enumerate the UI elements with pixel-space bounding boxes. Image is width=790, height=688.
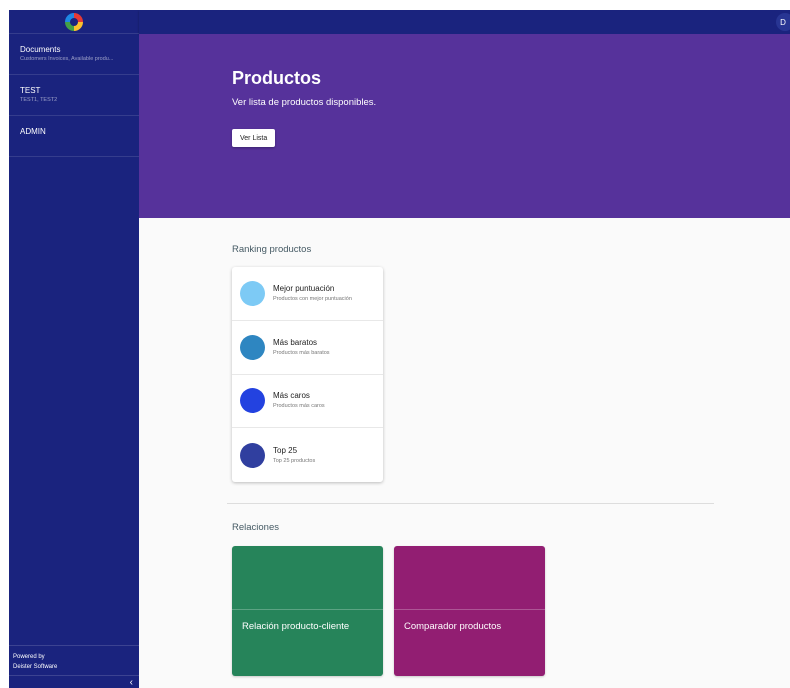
page-description: Ver lista de productos disponibles. bbox=[232, 97, 377, 108]
section-divider bbox=[227, 503, 714, 504]
card-label: Relación producto-cliente bbox=[242, 621, 350, 632]
page-title: Productos bbox=[232, 68, 322, 88]
ranking-item-text: Mejor puntuación Productos con mejor pun… bbox=[273, 283, 352, 304]
ranking-item-title: Mejor puntuación bbox=[273, 283, 335, 293]
powered-by-label: Powered by bbox=[13, 654, 45, 660]
user-avatar[interactable]: D bbox=[776, 13, 790, 31]
ranking-item-text: Más baratos Productos más baratos bbox=[273, 337, 330, 358]
ranking-item-title: Top 25 bbox=[273, 445, 298, 455]
ver-lista-button[interactable]: Ver Lista bbox=[232, 129, 276, 147]
card-divider bbox=[394, 609, 545, 610]
logo-row bbox=[9, 10, 139, 34]
ranking-item-subtitle: Productos más baratos bbox=[273, 349, 330, 356]
ranking-item-mas-caros[interactable]: Más caros Productos más caros bbox=[232, 375, 383, 429]
card-divider bbox=[232, 609, 383, 610]
sidebar-item-label: TEST bbox=[20, 86, 41, 95]
sidebar-item-subtitle: Customers Invoices, Available produ... bbox=[20, 56, 114, 62]
ranking-item-title: Más baratos bbox=[273, 337, 318, 347]
sidebar: Documents Customers Invoices, Available … bbox=[9, 10, 139, 688]
circle-icon bbox=[240, 280, 265, 306]
ranking-item-subtitle: Productos con mejor puntuación bbox=[273, 295, 352, 302]
ranking-item-subtitle: Top 25 productos bbox=[273, 457, 316, 464]
ranking-section-title: Ranking productos bbox=[232, 244, 312, 255]
ranking-item-mas-baratos[interactable]: Más baratos Productos más baratos bbox=[232, 321, 383, 375]
ranking-list: Mejor puntuación Productos con mejor pun… bbox=[232, 267, 383, 482]
ranking-item-mejor-puntuacion[interactable]: Mejor puntuación Productos con mejor pun… bbox=[232, 267, 383, 321]
sidebar-item-documents[interactable]: Documents Customers Invoices, Available … bbox=[9, 34, 139, 75]
relacion-producto-cliente-card[interactable]: Relación producto-cliente bbox=[232, 546, 383, 676]
card-label: Comparador productos bbox=[404, 621, 502, 632]
ranking-item-title: Más caros bbox=[273, 391, 310, 401]
circle-icon bbox=[240, 388, 265, 414]
sidebar-item-test[interactable]: TEST TEST1, TEST2 bbox=[9, 75, 139, 116]
chevron-left-icon: ‹ bbox=[129, 676, 133, 688]
hero-banner: Productos Ver lista de productos disponi… bbox=[139, 34, 790, 218]
ranking-item-top-25[interactable]: Top 25 Top 25 productos bbox=[232, 428, 383, 482]
sidebar-item-subtitle: TEST1, TEST2 bbox=[20, 97, 58, 103]
company-name: Deister Software bbox=[13, 664, 58, 670]
relaciones-section-title: Relaciones bbox=[232, 522, 279, 533]
sidebar-item-label: Documents bbox=[20, 45, 61, 54]
circle-icon bbox=[240, 442, 265, 468]
app-frame: Documents Customers Invoices, Available … bbox=[9, 10, 790, 688]
top-bar: D bbox=[139, 10, 790, 34]
sidebar-item-admin[interactable]: ADMIN bbox=[9, 116, 139, 157]
ranking-item-text: Más caros Productos más caros bbox=[273, 390, 325, 411]
app-logo-icon[interactable] bbox=[65, 12, 83, 31]
ranking-item-text: Top 25 Top 25 productos bbox=[273, 445, 315, 466]
circle-icon bbox=[240, 334, 265, 360]
collapse-sidebar-button[interactable]: ‹ bbox=[9, 675, 139, 688]
sidebar-item-label: ADMIN bbox=[20, 127, 46, 136]
powered-by: Powered by Deister Software bbox=[9, 645, 139, 672]
comparador-productos-card[interactable]: Comparador productos bbox=[394, 546, 545, 676]
ranking-item-subtitle: Productos más caros bbox=[273, 403, 325, 410]
